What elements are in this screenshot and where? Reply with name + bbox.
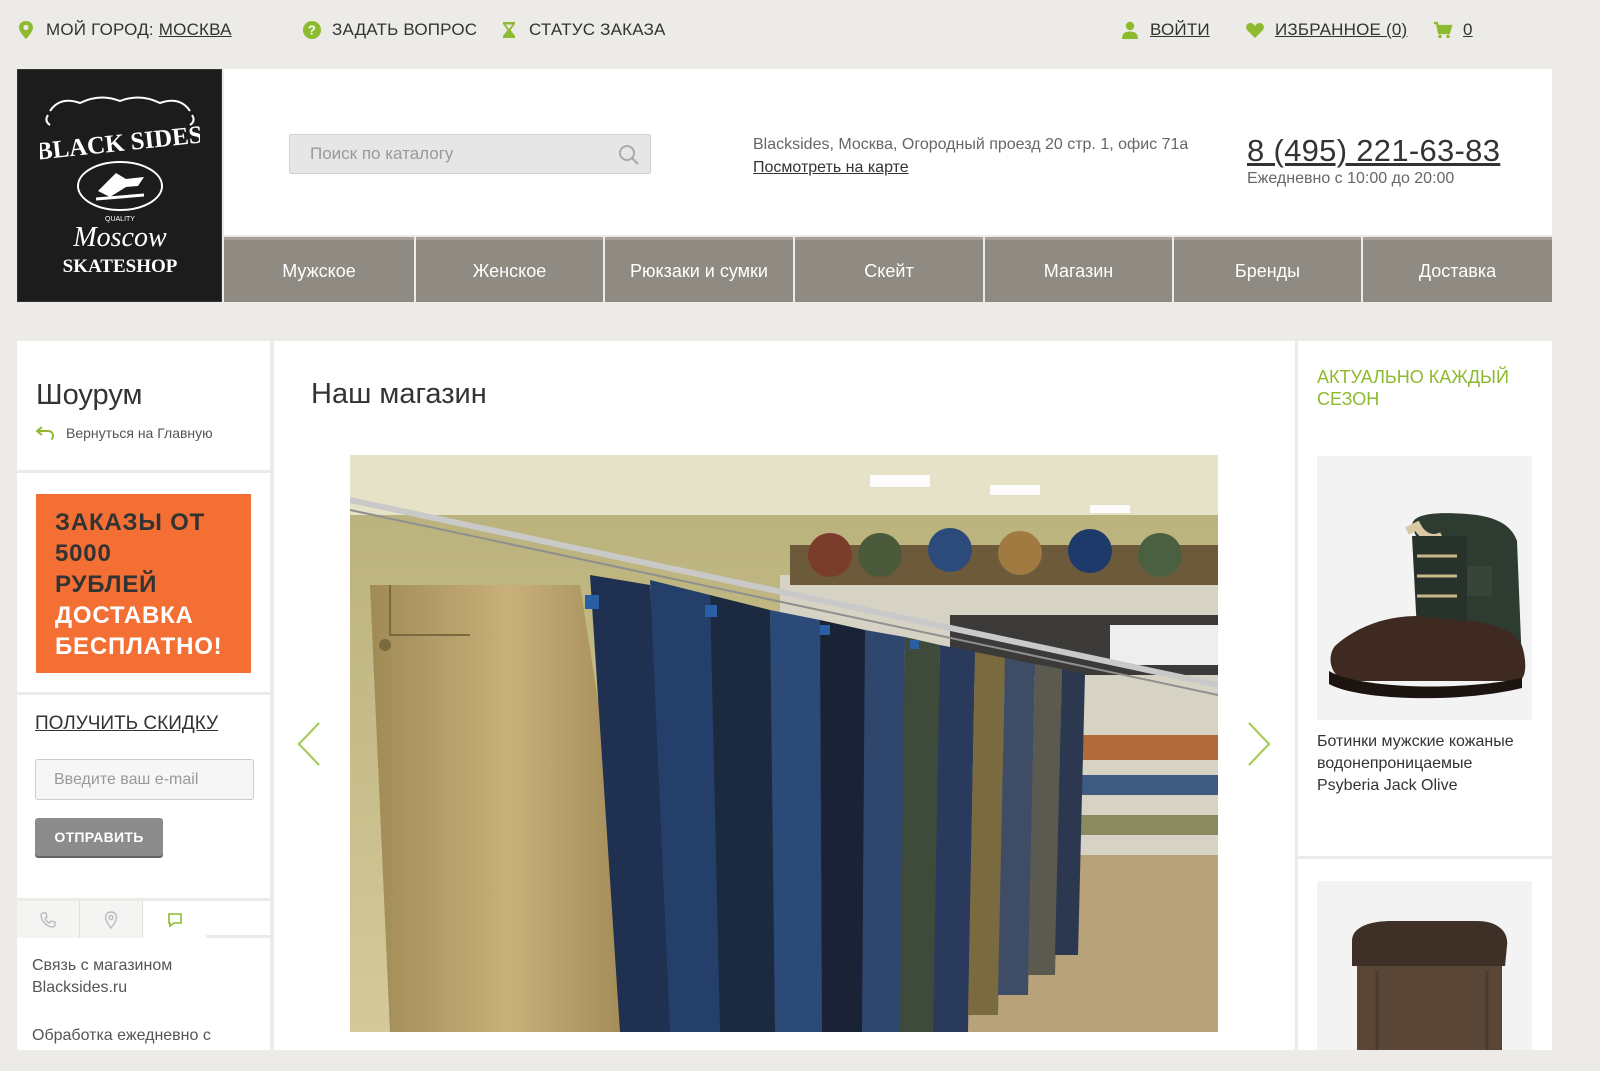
city-selector: МОЙ ГОРОД: МОСКВА [16,20,232,40]
order-status-label: СТАТУС ЗАКАЗА [529,20,666,39]
back-link-label: Вернуться на Главную [66,425,213,441]
city-label: МОЙ ГОРОД: [46,20,154,39]
boot-image [1317,456,1532,720]
question-icon: ? [303,21,321,39]
phone-number[interactable]: 8 (495) 221-63-83 [1247,133,1500,169]
store-address: Blacksides, Москва, Огородный проезд 20 … [753,133,1193,179]
divider [17,692,270,695]
hourglass-icon [503,22,515,38]
page-title: Наш магазин [311,378,487,410]
city-link[interactable]: МОСКВА [159,20,232,40]
nav-item-delivery[interactable]: Доставка [1363,237,1552,302]
favorites-label[interactable]: ИЗБРАННОЕ (0) [1275,20,1407,40]
promo-line-1: ЗАКАЗЫ ОТ [55,509,206,536]
promo-line-2: 5000 [55,540,112,567]
top-bar: МОЙ ГОРОД: МОСКВА ? ЗАДАТЬ ВОПРОС СТАТУС… [0,0,1568,64]
logo[interactable]: BLACK SIDES QUALITY Moscow SKATESHOP [17,69,222,302]
get-discount-link[interactable]: ПОЛУЧИТЬ СКИДКУ [35,713,218,735]
promo-line-4: ДОСТАВКА [55,602,194,629]
main-nav: Мужское Женское Рюкзаки и сумки Скейт Ма… [224,237,1552,302]
map-link[interactable]: Посмотреть на карте [753,159,909,176]
contact-hours-text: Обработка ежедневно с [32,1027,211,1044]
divider [1298,856,1552,859]
divider [17,470,270,473]
ask-question-label: ЗАДАТЬ ВОПРОС [332,20,478,39]
contact-text: Связь с магазином Blacksides.ru [32,957,173,996]
order-status-link[interactable]: СТАТУС ЗАКАЗА [499,20,666,40]
search-box [289,134,651,174]
contact-tabs [17,898,270,938]
heart-icon [1246,23,1264,38]
free-delivery-banner[interactable]: ЗАКАЗЫ ОТ 5000 РУБЛЕЙ ДОСТАВКА БЕСПЛАТНО… [36,494,251,673]
cart-icon [1434,21,1453,39]
phone-icon [40,911,56,928]
store-photo [350,455,1218,1032]
login-link[interactable]: ВОЙТИ [1120,20,1210,40]
address-text: Blacksides, Москва, Огородный проезд 20 … [753,136,1189,153]
nav-item-skate[interactable]: Скейт [795,237,983,302]
nav-item-bags[interactable]: Рюкзаки и сумки [605,237,793,302]
tabs-spacer [206,901,270,938]
promo-line-5: БЕСПЛАТНО! [55,633,223,660]
send-button[interactable]: ОТПРАВИТЬ [35,818,163,856]
product-name[interactable]: Ботинки мужские кожаные водонепроницаемы… [1317,731,1532,797]
back-to-home-link[interactable]: Вернуться на Главную [36,425,213,441]
right-sidebar: АКТУАЛЬНО КАЖДЫЙ СЕЗОН Ботинки мужские к… [1298,341,1552,1050]
backpack-image [1317,881,1532,1050]
nav-item-men[interactable]: Мужское [224,237,414,302]
main-content: Наш магазин [274,341,1295,1050]
chat-icon [167,912,182,928]
map-pin-icon [104,910,118,929]
store-photo-image [350,455,1218,1032]
product-image[interactable] [1317,456,1532,720]
season-title: АКТУАЛЬНО КАЖДЫЙ СЕЗОН [1317,367,1509,409]
nav-item-women[interactable]: Женское [416,237,603,302]
left-sidebar: Шоурум Вернуться на Главную ЗАКАЗЫ ОТ 50… [17,341,270,1050]
nav-item-shop[interactable]: Магазин [985,237,1172,302]
logo-line3: Moscow [72,222,167,253]
search-icon[interactable] [617,143,641,167]
email-field[interactable] [36,760,253,799]
login-label[interactable]: ВОЙТИ [1150,20,1210,40]
sidebar-title: Шоурум [36,379,143,411]
tab-map[interactable] [80,901,143,938]
nav-item-brands[interactable]: Бренды [1174,237,1361,302]
logo-line4: SKATESHOP [62,256,177,277]
ask-question-link[interactable]: ? ЗАДАТЬ ВОПРОС [302,20,477,40]
email-field-wrap [35,759,254,800]
svg-text:?: ? [308,23,316,38]
working-hours: Ежедневно с 10:00 до 20:00 [1247,170,1455,187]
product-image[interactable] [1317,881,1532,1050]
favorites-link[interactable]: ИЗБРАННОЕ (0) [1245,20,1407,40]
tab-chat[interactable] [143,901,206,938]
search-input[interactable] [290,135,650,173]
cart-link[interactable]: 0 [1433,20,1473,40]
chevron-right-icon[interactable] [1246,721,1272,767]
tab-phone[interactable] [17,901,80,938]
user-icon [1122,21,1138,39]
chevron-left-icon[interactable] [296,721,322,767]
logo-line1: BLACK SIDES [40,121,200,165]
back-arrow-icon [36,426,54,440]
blacksides-logo: BLACK SIDES QUALITY Moscow SKATESHOP [40,96,200,277]
promo-line-3: РУБЛЕЙ [55,571,158,598]
cart-count[interactable]: 0 [1463,20,1473,40]
map-pin-icon [19,21,33,39]
